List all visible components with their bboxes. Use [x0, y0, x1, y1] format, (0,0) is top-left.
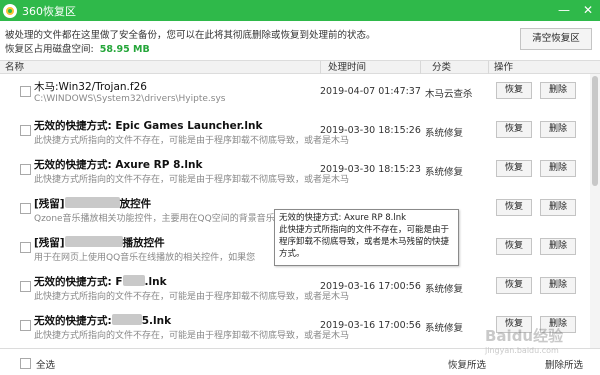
row-checkbox[interactable]	[20, 86, 31, 97]
column-separator	[420, 61, 421, 74]
row-checkbox[interactable]	[20, 125, 31, 136]
redacted-block	[64, 197, 120, 208]
item-desc: 此快捷方式所指向的文件不存在，可能是由于程序卸载不彻底导致，或者是木马	[34, 136, 350, 146]
redacted-block	[122, 275, 145, 286]
item-name: 无效的快捷方式: Axure RP 8.lnk	[34, 159, 203, 171]
info-text: 被处理的文件都在这里做了安全备份，您可以在此将其彻底删除或恢复到处理前的状态。	[5, 30, 376, 41]
title-bar: 360恢复区 — ✕	[0, 0, 600, 21]
disk-usage-size: 58.95 MB	[99, 44, 150, 55]
window-controls: — ✕	[552, 0, 600, 21]
restore-button[interactable]: 恢复	[496, 238, 532, 255]
column-name[interactable]: 名称	[5, 61, 24, 74]
delete-button[interactable]: 删除	[540, 199, 576, 216]
item-desc: Qzone音乐播放相关功能控件，主要用在QQ空间的背景音乐	[34, 214, 275, 224]
row-checkbox[interactable]	[20, 203, 31, 214]
restore-button[interactable]: 恢复	[496, 160, 532, 177]
row-checkbox[interactable]	[20, 242, 31, 253]
item-time: 2019-03-16 17:00:56	[320, 320, 421, 331]
row-checkbox[interactable]	[20, 320, 31, 331]
delete-button[interactable]: 删除	[540, 82, 576, 99]
disk-usage-label: 恢复区占用磁盘空间:	[5, 44, 94, 55]
item-category: 木马云查杀	[425, 89, 473, 100]
delete-button[interactable]: 删除	[540, 160, 576, 177]
item-time: 2019-03-30 18:15:23	[320, 164, 421, 175]
item-category: 系统修复	[425, 167, 464, 178]
delete-button[interactable]: 删除	[540, 238, 576, 255]
minimize-button[interactable]: —	[552, 0, 576, 21]
list-item: 无效的快捷方式: Axure RP 8.lnk 此快捷方式所指向的文件不存在，可…	[0, 152, 590, 191]
scrollbar-thumb[interactable]	[592, 76, 598, 186]
scrollbar[interactable]	[590, 74, 600, 348]
item-desc: 此快捷方式所指向的文件不存在，可能是由于程序卸载不彻底导致，或者是木马	[34, 331, 350, 341]
row-checkbox[interactable]	[20, 281, 31, 292]
column-time[interactable]: 处理时间	[328, 61, 366, 74]
item-name-prefix: 无效的快捷方式:	[34, 315, 112, 327]
tooltip-text: 无效的快捷方式: Axure RP 8.lnk 此快捷方式所指向的文件不存在，可…	[279, 213, 450, 259]
window-title: 360恢复区	[22, 4, 76, 18]
item-name-prefix: [残留]	[34, 198, 65, 210]
item-name: 木马:Win32/Trojan.f26	[34, 81, 147, 93]
watermark: Baidu经验 jingyan.baidu.com	[485, 325, 595, 365]
item-time: 2019-03-16 17:00:56	[320, 281, 421, 292]
list-item: 无效的快捷方式: F .lnk 此快捷方式所指向的文件不存在，可能是由于程序卸载不…	[0, 269, 590, 308]
item-name: 无效的快捷方式: F .lnk	[34, 274, 167, 289]
item-category: 系统修复	[425, 128, 464, 139]
item-name: 无效的快捷方式: 5.lnk	[34, 313, 171, 328]
item-name: [残留] 放控件	[34, 196, 151, 211]
disk-usage: 恢复区占用磁盘空间: 58.95 MB	[5, 41, 150, 55]
restore-button[interactable]: 恢复	[496, 199, 532, 216]
watermark-text: Baidu经验	[485, 327, 564, 345]
close-button[interactable]: ✕	[576, 0, 600, 21]
item-category: 系统修复	[425, 323, 464, 334]
item-time: 2019-03-30 18:15:26	[320, 125, 421, 136]
item-name-prefix: [残留]	[34, 237, 65, 249]
item-time: 2019-04-07 01:47:37	[320, 86, 421, 97]
select-all-checkbox[interactable]	[20, 358, 31, 369]
restore-button[interactable]: 恢复	[496, 277, 532, 294]
delete-button[interactable]: 删除	[540, 121, 576, 138]
clear-recovery-button[interactable]: 清空恢复区	[520, 28, 592, 50]
item-name-prefix: 无效的快捷方式: F	[34, 276, 123, 288]
item-desc: C:\WINDOWS\System32\drivers\Hyipte.sys	[34, 94, 226, 104]
redacted-block	[64, 236, 123, 247]
column-action: 操作	[494, 62, 514, 73]
item-name-suffix: 播放控件	[122, 237, 165, 249]
item-name: [残留] 播放控件	[34, 235, 165, 250]
restore-button[interactable]: 恢复	[496, 82, 532, 99]
column-separator	[320, 61, 321, 74]
delete-button[interactable]: 删除	[540, 277, 576, 294]
list-header: 名称 处理时间 分类 操作	[0, 60, 600, 74]
item-desc: 此快捷方式所指向的文件不存在，可能是由于程序卸载不彻底导致，或者是木马	[34, 175, 350, 185]
item-name-suffix: .lnk	[144, 276, 167, 288]
restore-selected-button[interactable]: 恢复所选	[448, 357, 486, 371]
item-desc: 用于在网页上使用QQ音乐在线播放的相关控件，如果您	[34, 253, 256, 263]
item-name: 无效的快捷方式: Epic Games Launcher.lnk	[34, 120, 263, 132]
column-category[interactable]: 分类	[432, 61, 451, 74]
item-name-suffix: 5.lnk	[141, 315, 172, 327]
item-category: 系统修复	[425, 284, 464, 295]
item-desc: 此快捷方式所指向的文件不存在，可能是由于程序卸载不彻底导致，或者是木马	[34, 292, 350, 302]
list-item: 木马:Win32/Trojan.f26 C:\WINDOWS\System32\…	[0, 74, 590, 113]
row-checkbox[interactable]	[20, 164, 31, 175]
watermark-sub: jingyan.baidu.com	[485, 346, 559, 355]
column-separator	[488, 61, 489, 74]
list-item: 无效的快捷方式: Epic Games Launcher.lnk 此快捷方式所指…	[0, 113, 590, 152]
tooltip: 无效的快捷方式: Axure RP 8.lnk 此快捷方式所指向的文件不存在，可…	[274, 209, 459, 266]
redacted-block	[111, 314, 142, 325]
app-logo-icon	[3, 3, 17, 18]
item-name-suffix: 放控件	[119, 198, 152, 210]
restore-button[interactable]: 恢复	[496, 121, 532, 138]
select-all-label[interactable]: 全选	[36, 357, 55, 371]
